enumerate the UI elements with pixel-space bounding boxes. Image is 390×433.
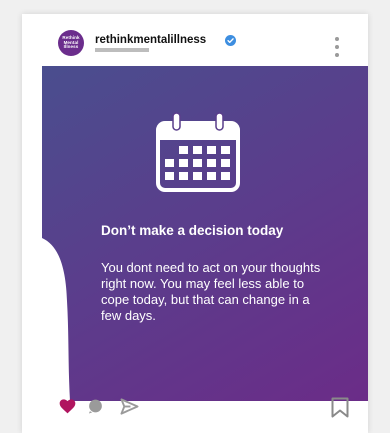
share-icon[interactable]	[119, 397, 139, 415]
post-actions	[22, 396, 368, 426]
heart-icon[interactable]	[58, 398, 76, 414]
verified-badge-icon	[225, 35, 236, 46]
avatar-logo-text: Rethink Mental Illness	[62, 35, 80, 50]
calendar-icon	[156, 112, 240, 192]
post-header: Rethink Mental Illness rethinkmentalilln…	[22, 14, 368, 66]
location-placeholder-bar	[95, 48, 149, 52]
post-headline: Don’t make a decision today	[101, 223, 284, 238]
post-image[interactable]: Don’t make a decision today You dont nee…	[42, 66, 368, 401]
avatar[interactable]: Rethink Mental Illness	[58, 30, 84, 56]
post-card: Rethink Mental Illness rethinkmentalilln…	[22, 14, 368, 433]
account-name[interactable]: rethinkmentalillness	[95, 34, 206, 46]
comment-icon[interactable]	[87, 398, 103, 414]
post-body-text: You dont need to act on your thoughts ri…	[101, 260, 321, 323]
more-options-icon[interactable]	[334, 37, 340, 57]
bookmark-icon[interactable]	[330, 396, 350, 418]
decorative-white-shape	[42, 238, 70, 401]
